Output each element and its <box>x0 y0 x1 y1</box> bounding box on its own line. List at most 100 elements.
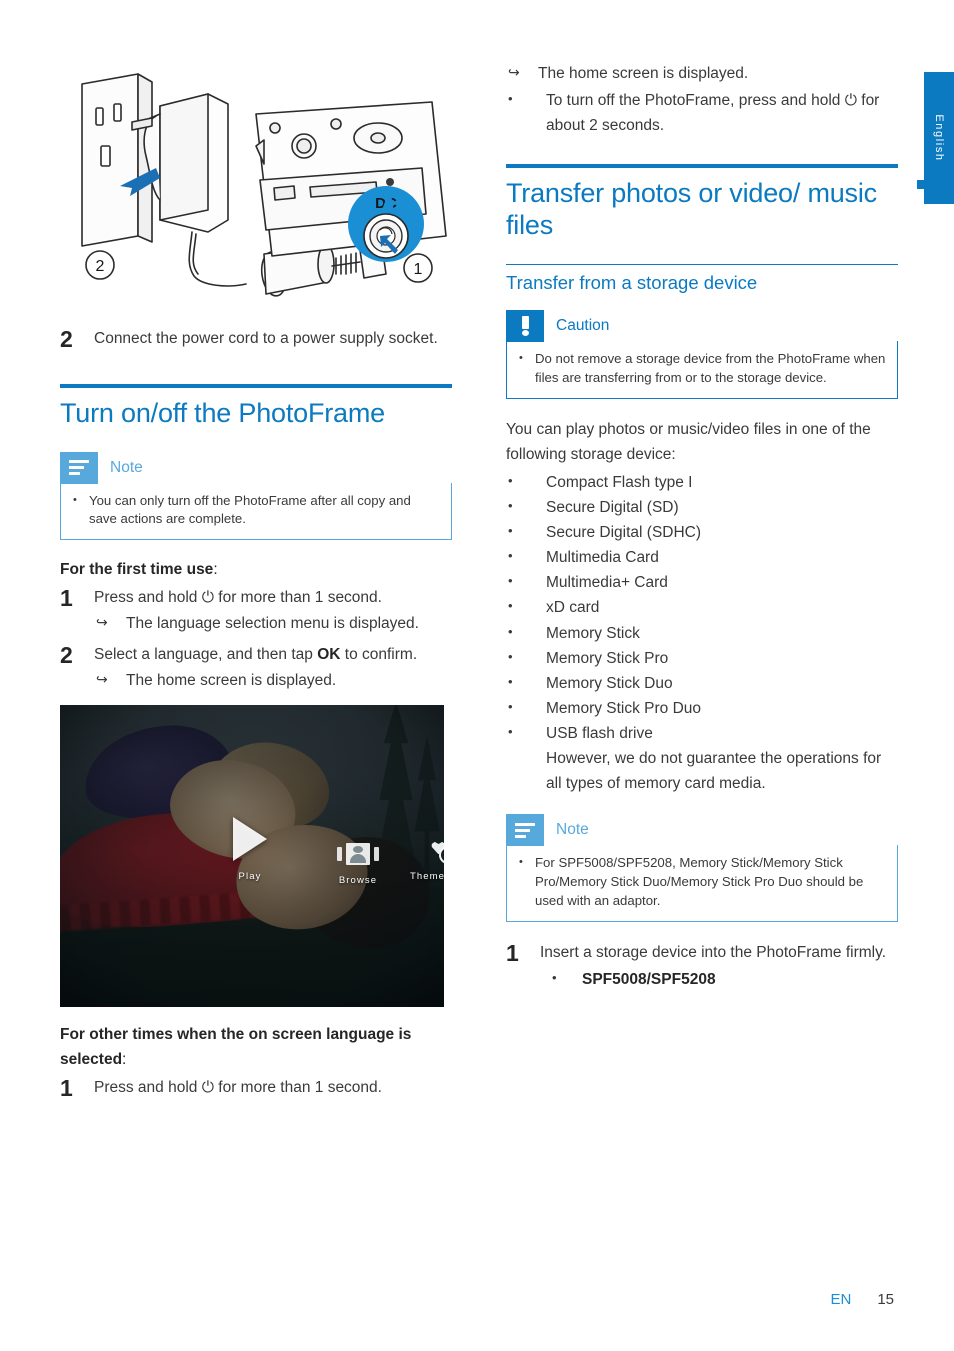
bullet-dot: • <box>508 523 513 539</box>
list-item: • USB flash drive However, we do not gua… <box>506 721 898 796</box>
first-time-use-text: For the first time use <box>60 561 214 579</box>
step-press-hold-power: 1 Press and hold ⏻ for more than 1 secon… <box>60 585 452 636</box>
home-menu-theme-clock[interactable]: Theme Clock <box>400 827 444 882</box>
bullet-dot: • <box>552 969 557 985</box>
supported-storage-device-list: • Compact Flash type I • Secure Digital (S… <box>506 470 898 796</box>
footer-language-code: EN <box>830 1291 852 1308</box>
result-arrow-icon: ↪ <box>96 614 108 631</box>
home-menu-browse[interactable]: Browse <box>318 831 398 886</box>
device-name: Memory Stick <box>546 624 640 642</box>
subsection-title-transfer-storage: Transfer from a storage device <box>506 272 758 294</box>
step-text-after: to confirm. <box>340 646 418 664</box>
language-side-tab: English <box>924 72 954 204</box>
caution-callout-body: • Do not remove a storage device from th… <box>506 341 898 399</box>
other-times-text: For other times when the on screen langu… <box>60 1026 412 1069</box>
caution-bullet-text: Do not remove a storage device from the … <box>535 351 886 385</box>
list-item: • Compact Flash type I <box>506 470 898 495</box>
device-name: Memory Stick Duo <box>546 674 673 692</box>
step-text-before: Select a language, and then tap <box>94 646 318 664</box>
step-number: 1 <box>60 1074 73 1101</box>
step-number: 2 <box>60 642 73 669</box>
device-name: Secure Digital (SD) <box>546 499 679 517</box>
power-connection-diagram: DC 2 1 <box>60 60 452 300</box>
bullet-dot: • <box>508 673 513 689</box>
model-sub-bullet: • SPF5008/SPF5208 <box>540 967 898 992</box>
first-time-use-colon: : <box>213 561 218 579</box>
browse-icon-right-bracket <box>374 847 379 862</box>
list-item: • Memory Stick Duo <box>506 671 898 696</box>
step-number: 1 <box>60 584 73 611</box>
photoframe-home-screen: Play Browse Theme <box>60 705 444 1008</box>
theme-clock-icon <box>431 839 444 865</box>
other-times-colon: : <box>122 1051 127 1069</box>
home-menu-play[interactable]: Play <box>210 817 290 882</box>
side-tab-notch <box>917 180 924 189</box>
result-text: The home screen is displayed. <box>126 672 337 690</box>
list-item: • Memory Stick Pro Duo <box>506 696 898 721</box>
clock-dial <box>439 846 444 865</box>
list-item: • Multimedia+ Card <box>506 570 898 595</box>
note-icon <box>506 814 544 847</box>
home-menu-theme-clock-label: Theme Clock <box>409 871 444 883</box>
step-select-language: 2 Select a language, and then tap OK to … <box>60 642 452 693</box>
page-footer: EN 15 <box>830 1291 894 1308</box>
turn-off-bullet-list: • To turn off the PhotoFrame, press and … <box>506 88 898 138</box>
bullet-dot: • <box>508 573 513 589</box>
bullet-dot: • <box>508 598 513 614</box>
note-bullet-list: • For SPF5008/SPF5208, Memory Stick/Memo… <box>517 854 887 910</box>
browse-icon <box>337 843 379 866</box>
step-result: ↪ The language selection menu is display… <box>94 611 452 636</box>
list-item: • Multimedia Card <box>506 545 898 570</box>
list-item: • Secure Digital (SD) <box>506 495 898 520</box>
manual-page: English 2 1 2 Connect the power cord to … <box>0 0 954 1351</box>
svg-text:1: 1 <box>414 261 423 278</box>
caution-callout-header: Caution <box>506 310 898 343</box>
note-bullet-text: For SPF5008/SPF5208, Memory Stick/Memory… <box>535 855 864 908</box>
bullet-dot: • <box>508 472 513 488</box>
device-name: Memory Stick Pro Duo <box>546 699 702 717</box>
device-name: USB flash drive <box>546 725 653 743</box>
storage-intro-text: You can play photos or music/video files… <box>506 420 871 463</box>
step-text: Select a language, and then tap OK to co… <box>94 642 452 667</box>
right-column: ↪ The home screen is displayed. • To tur… <box>506 60 898 998</box>
diagram-marker-2: 2 <box>85 250 115 280</box>
section-rule <box>60 383 452 388</box>
step-number: 1 <box>506 939 519 966</box>
device-name-with-note: USB flash drive However, we do not guara… <box>546 721 898 796</box>
note-callout-adaptor: Note • For SPF5008/SPF5208, Memory Stick… <box>506 814 898 922</box>
step-number: 2 <box>60 326 73 352</box>
device-name: xD card <box>546 599 600 617</box>
note-callout-turn-off: Note • You can only turn off the PhotoFr… <box>60 451 452 541</box>
list-item: • To turn off the PhotoFrame, press and … <box>506 88 898 138</box>
bullet-dot: • <box>508 724 513 740</box>
bullet-dot: • <box>508 648 513 664</box>
note-callout-body: • For SPF5008/SPF5208, Memory Stick/Memo… <box>506 845 898 922</box>
page-title-transfer-files: Transfer photos or video/ music files <box>506 178 877 241</box>
note-callout-title: Note <box>110 458 143 476</box>
list-item: • xD card <box>506 595 898 620</box>
result-arrow-icon: ↪ <box>96 671 108 688</box>
list-item: • Memory Stick <box>506 621 898 646</box>
language-side-tab-label: English <box>933 114 945 162</box>
list-item: • For SPF5008/SPF5208, Memory Stick/Memo… <box>517 854 887 910</box>
step-press-hold-power-again: 1 Press and hold ⏻ for more than 1 secon… <box>60 1075 452 1101</box>
bullet-dot: • <box>508 623 513 639</box>
home-screen-menu: Play Browse Theme <box>60 813 444 903</box>
device-name: Secure Digital (SDHC) <box>546 524 702 542</box>
other-times-label: For other times when the on screen langu… <box>60 1023 452 1073</box>
step-insert-storage-device: 1 Insert a storage device into the Photo… <box>506 940 898 992</box>
subsection-rule <box>506 264 898 266</box>
page-title-turn-on-off: Turn on/off the PhotoFrame <box>60 397 385 428</box>
diagram-marker-1: 1 <box>403 253 433 283</box>
browse-icon-wrap <box>337 843 379 866</box>
section-rule <box>506 164 898 169</box>
caution-callout-storage: Caution • Do not remove a storage device… <box>506 310 898 399</box>
device-name: Memory Stick Pro <box>546 649 669 667</box>
note-callout-title: Note <box>556 821 589 839</box>
home-menu-browse-label: Browse <box>338 875 378 887</box>
caution-callout-title: Caution <box>556 317 610 335</box>
play-icon <box>233 817 267 862</box>
device-name: Compact Flash type I <box>546 473 693 491</box>
list-item: • Do not remove a storage device from th… <box>517 350 887 387</box>
bullet-dot: • <box>519 352 523 365</box>
